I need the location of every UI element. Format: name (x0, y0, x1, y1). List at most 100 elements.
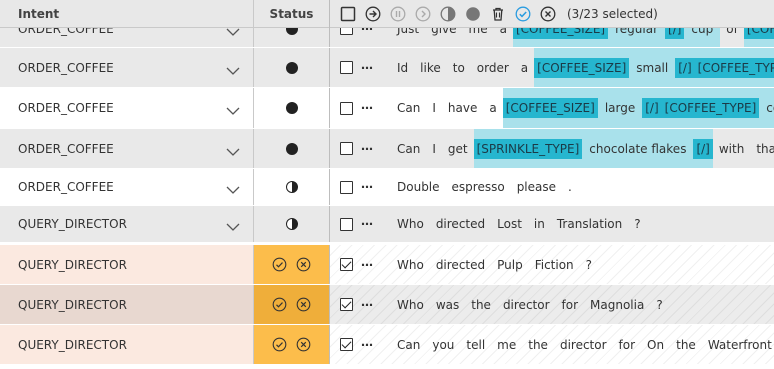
intent-cell[interactable]: QUERY_DIRECTOR (0, 325, 254, 364)
token[interactable]: for (556, 295, 585, 315)
intent-cell[interactable]: ORDER_COFFEE (0, 28, 254, 47)
chevron-down-icon[interactable] (226, 64, 240, 75)
token[interactable]: me (491, 335, 522, 355)
token[interactable]: On (641, 335, 670, 355)
row-checkbox[interactable] (340, 298, 353, 311)
token[interactable]: director (554, 335, 613, 355)
token[interactable]: ? (628, 214, 646, 234)
entity-span[interactable]: [SPRINKLE_TYPE] chocolate flakes (473, 129, 694, 168)
token[interactable]: the (522, 335, 554, 355)
token[interactable]: the (670, 335, 702, 355)
table-row[interactable]: QUERY_DIRECTOR ⋯ Who was the director for Magno… (0, 285, 774, 325)
token[interactable]: Who (391, 295, 430, 315)
chevron-down-icon[interactable] (226, 145, 240, 156)
entity-span[interactable]: [COFFEE_SIZE] large (502, 88, 643, 128)
token[interactable]: Who (391, 214, 430, 234)
table-row[interactable]: ORDER_COFFEE ⋯ Can Ihave a [COFFEE_SIZE] large… (0, 88, 774, 129)
token[interactable]: Can (391, 335, 426, 355)
entity-span[interactable]: [/] (675, 48, 695, 87)
token[interactable]: please (511, 177, 562, 197)
more-options-icon[interactable]: ⋯ (361, 101, 377, 115)
entity-span[interactable]: [COFFEE_TYPE] (743, 28, 774, 47)
row-checkbox[interactable] (340, 28, 353, 35)
entity-span[interactable]: [/] cup (665, 28, 721, 47)
chevron-down-icon[interactable] (226, 183, 240, 194)
more-options-icon[interactable]: ⋯ (361, 338, 377, 352)
token[interactable]: Fiction (529, 255, 580, 275)
status-column-header[interactable]: Status (254, 0, 330, 28)
more-options-icon[interactable]: ⋯ (361, 28, 377, 36)
intent-column-header[interactable]: Intent (0, 0, 254, 28)
token[interactable]: ? (580, 255, 598, 275)
token[interactable]: Can (391, 139, 426, 159)
token[interactable]: have (442, 98, 483, 118)
token[interactable]: that (750, 139, 774, 159)
accept-icon[interactable] (272, 257, 287, 272)
more-options-icon[interactable]: ⋯ (361, 142, 377, 156)
entity-span[interactable]: [COFFEE_SIZE] regular (512, 28, 666, 47)
table-row[interactable]: QUERY_DIRECTOR ⋯ Who directed Pulp Fiction? (0, 245, 774, 285)
row-checkbox[interactable] (340, 180, 353, 194)
arrow-right-circle-icon[interactable] (365, 6, 381, 22)
row-checkbox[interactable] (340, 142, 353, 155)
token[interactable]: a (483, 98, 502, 118)
token[interactable]: director (497, 295, 556, 315)
token[interactable]: directed (430, 255, 491, 275)
table-row[interactable]: ORDER_COFFEE ⋯ Just give me a [COFFEE_SIZE] reg… (0, 28, 774, 48)
token[interactable]: of (720, 28, 744, 39)
intent-cell[interactable]: ORDER_COFFEE (0, 88, 254, 128)
token[interactable]: I (426, 98, 442, 118)
token[interactable]: . (562, 177, 578, 197)
accept-icon[interactable] (272, 297, 287, 312)
chevron-down-icon[interactable] (226, 220, 240, 231)
token[interactable]: you (426, 335, 460, 355)
token[interactable]: Translation (551, 214, 628, 234)
table-row[interactable]: QUERY_DIRECTOR ⋯ Can you tell me the director fo… (0, 325, 774, 365)
token[interactable]: tell (460, 335, 491, 355)
intent-cell[interactable]: ORDER_COFFEE (0, 129, 254, 168)
token[interactable]: me (463, 28, 494, 39)
token[interactable]: give (425, 28, 462, 39)
chevron-right-circle-icon[interactable] (415, 6, 431, 22)
trash-icon[interactable] (490, 6, 506, 22)
more-options-icon[interactable]: ⋯ (361, 180, 377, 194)
row-checkbox[interactable] (340, 217, 353, 231)
row-checkbox[interactable] (340, 101, 353, 115)
token[interactable]: ? (650, 295, 668, 315)
token[interactable]: Magnolia (584, 295, 650, 315)
entity-span[interactable]: [COFFEE_SIZE] small (534, 48, 676, 87)
token[interactable]: for (613, 335, 642, 355)
token[interactable]: to (447, 58, 471, 78)
intent-cell[interactable]: ORDER_COFFEE (0, 169, 254, 205)
token[interactable]: Lost (491, 214, 528, 234)
intent-cell[interactable]: QUERY_DIRECTOR (0, 206, 254, 242)
table-row[interactable]: ORDER_COFFEE ⋯ Id like to order a [COFFEE_SIZE]… (0, 48, 774, 88)
intent-cell[interactable]: QUERY_DIRECTOR (0, 245, 254, 284)
token[interactable]: with (713, 139, 750, 159)
row-checkbox[interactable] (340, 61, 353, 74)
close-circle-icon[interactable] (540, 6, 556, 22)
token[interactable]: Id (391, 58, 414, 78)
token[interactable]: Double (391, 177, 446, 197)
row-checkbox[interactable] (340, 338, 353, 351)
token[interactable]: a (515, 58, 534, 78)
token[interactable]: like (414, 58, 447, 78)
token[interactable]: Who (391, 255, 430, 275)
entity-span[interactable]: [/] (693, 129, 713, 168)
more-options-icon[interactable]: ⋯ (361, 258, 377, 272)
more-options-icon[interactable]: ⋯ (361, 61, 377, 75)
token[interactable]: order (471, 58, 515, 78)
token[interactable]: Waterfront (702, 335, 774, 355)
more-options-icon[interactable]: ⋯ (361, 298, 377, 312)
intent-cell[interactable]: QUERY_DIRECTOR (0, 285, 254, 324)
table-row[interactable]: ORDER_COFFEE ⋯ Double espresso please. (0, 169, 774, 206)
entity-span[interactable]: [COFFEE_TYPE]coffee (694, 48, 774, 87)
token[interactable]: a (494, 28, 513, 39)
token[interactable]: I (426, 139, 442, 159)
entity-span[interactable]: [/] (642, 88, 662, 128)
half-circle-icon[interactable] (440, 6, 456, 22)
reject-icon[interactable] (296, 297, 311, 312)
reject-icon[interactable] (296, 337, 311, 352)
row-checkbox[interactable] (340, 258, 353, 271)
chevron-down-icon[interactable] (226, 28, 240, 36)
